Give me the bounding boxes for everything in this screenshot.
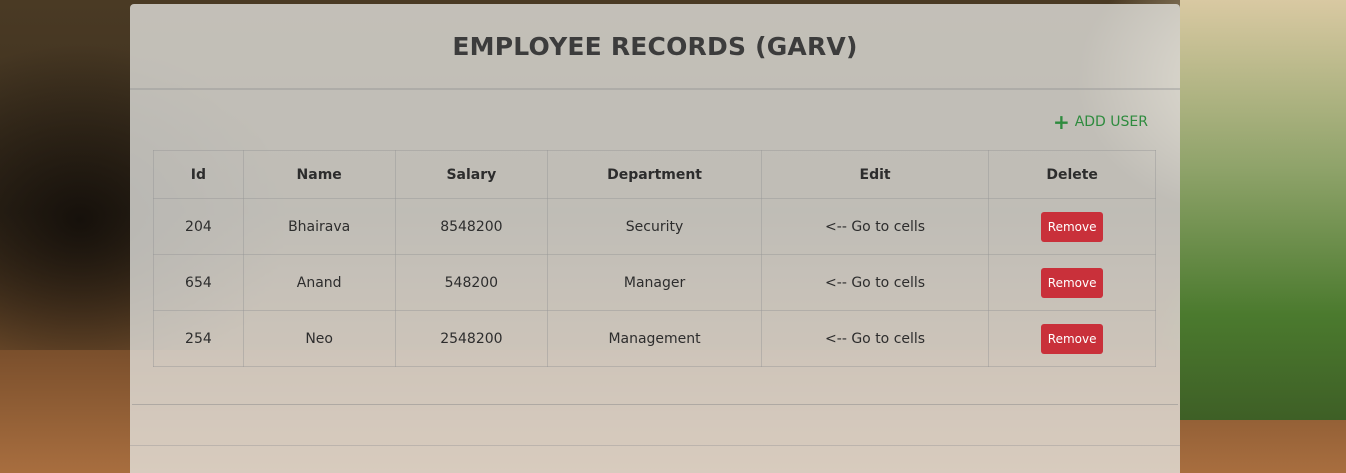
plus-icon: + [1052, 110, 1070, 134]
cell-edit: <-- Go to cells [760, 198, 990, 255]
cell-name[interactable]: Neo [242, 310, 396, 367]
cell-id[interactable]: 204 [153, 198, 244, 255]
cell-department[interactable]: Manager [547, 254, 762, 311]
remove-button[interactable]: Remove [1040, 267, 1104, 298]
panel-footer-divider [130, 445, 1180, 446]
remove-button[interactable]: Remove [1040, 323, 1104, 354]
add-user-button[interactable]: + ADD USER [1052, 110, 1148, 134]
cell-department[interactable]: Security [547, 198, 762, 255]
header-department: Department [547, 150, 762, 199]
cell-salary[interactable]: 548200 [394, 254, 549, 311]
header-id: Id [153, 150, 244, 199]
cell-edit: <-- Go to cells [760, 310, 990, 367]
panel-header: EMPLOYEE RECORDS (GARV) [130, 4, 1180, 90]
table-row: 654 Anand 548200 Manager <-- Go to cells… [153, 254, 1156, 311]
background-right-forest [1180, 0, 1346, 420]
header-edit: Edit [760, 150, 990, 199]
cell-edit: <-- Go to cells [760, 254, 990, 311]
remove-button[interactable]: Remove [1040, 211, 1104, 242]
cell-department[interactable]: Management [547, 310, 762, 367]
header-name: Name [242, 150, 396, 199]
employee-table: Id Name Salary Department Edit Delete 20… [153, 150, 1156, 367]
cell-delete: Remove [988, 198, 1156, 255]
header-salary: Salary [394, 150, 549, 199]
cell-salary[interactable]: 2548200 [394, 310, 549, 367]
cell-id[interactable]: 654 [153, 254, 244, 311]
cell-id[interactable]: 254 [153, 310, 244, 367]
page-title: EMPLOYEE RECORDS (GARV) [452, 31, 858, 61]
add-user-label: ADD USER [1074, 114, 1148, 130]
header-delete: Delete [988, 150, 1156, 199]
table-row: 254 Neo 2548200 Management <-- Go to cel… [153, 310, 1156, 367]
records-panel: EMPLOYEE RECORDS (GARV) + ADD USER Id Na… [130, 4, 1180, 473]
table-row: 204 Bhairava 8548200 Security <-- Go to … [153, 198, 1156, 255]
table-header-row: Id Name Salary Department Edit Delete [153, 150, 1156, 199]
cell-name[interactable]: Bhairava [242, 198, 396, 255]
panel-body: + ADD USER Id Name Salary Department Edi… [132, 90, 1178, 405]
cell-delete: Remove [988, 310, 1156, 367]
cell-name[interactable]: Anand [242, 254, 396, 311]
cell-salary[interactable]: 8548200 [394, 198, 549, 255]
cell-delete: Remove [988, 254, 1156, 311]
